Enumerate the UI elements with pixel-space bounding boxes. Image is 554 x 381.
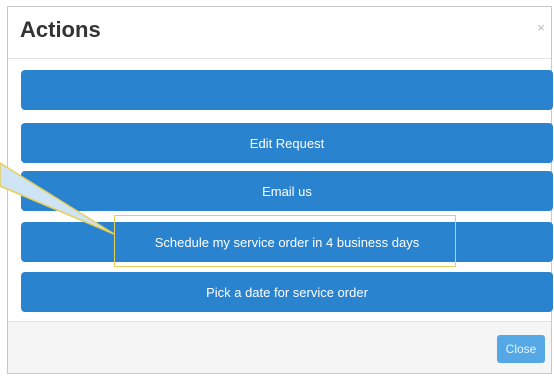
screenshot-stage: Actions × Edit Request Email us Schedule… [0,0,554,381]
actions-modal: Actions × Edit Request Email us Schedule… [7,6,553,374]
pick-date-service-order-button[interactable]: Pick a date for service order [21,272,553,312]
close-icon[interactable]: × [537,21,545,34]
close-button[interactable]: Close [497,335,545,363]
edit-request-button[interactable]: Edit Request [21,123,553,163]
action-button-blank[interactable] [21,70,553,110]
modal-footer: Close [8,321,551,373]
schedule-service-order-button[interactable]: Schedule my service order in 4 business … [21,222,553,262]
email-us-button[interactable]: Email us [21,171,553,211]
modal-title: Actions [20,17,101,42]
modal-header: Actions × [8,7,551,59]
